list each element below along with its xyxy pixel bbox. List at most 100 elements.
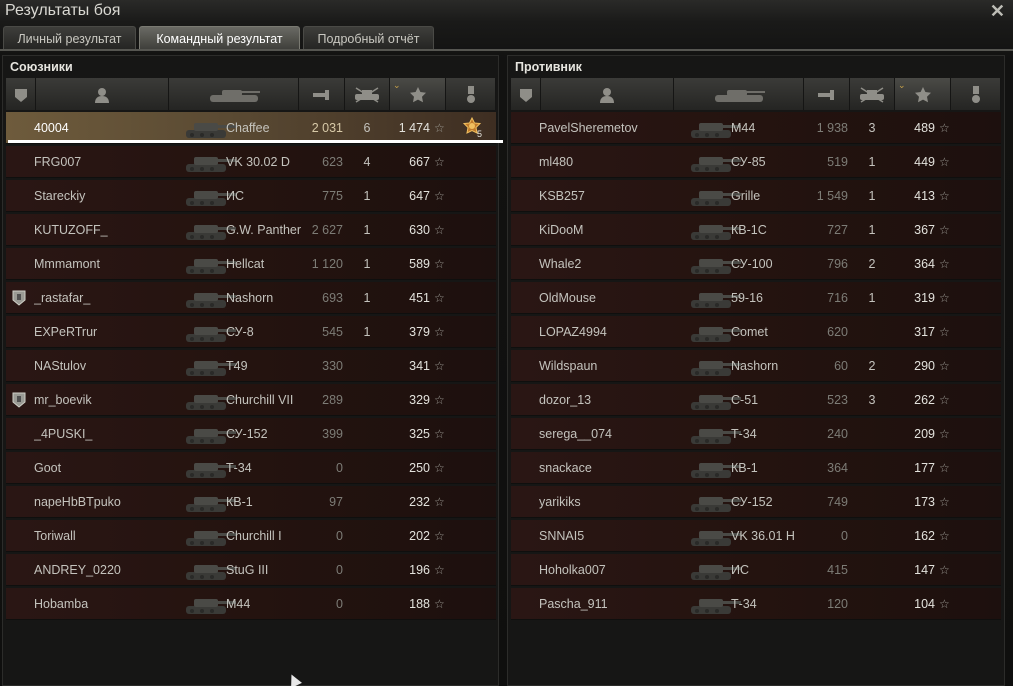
enemies-row[interactable]: Pascha_911 Т-34 120 104 ☆ — [511, 588, 1001, 620]
xp-star-icon: ☆ — [939, 359, 950, 373]
tank-name: StuG III — [226, 563, 269, 577]
self-row-underline — [8, 140, 503, 143]
damage-value: 60 — [834, 359, 848, 373]
enemies-row[interactable]: ml480 СУ-85 519 1 449 ☆ — [511, 146, 1001, 178]
frags-value — [356, 520, 378, 552]
allies-header-damage-icon[interactable] — [299, 78, 345, 110]
player-name: KUTUZOFF_ — [34, 223, 108, 237]
enemies-row[interactable]: snackace КВ-1 364 177 ☆ — [511, 452, 1001, 484]
xp-star-icon: ☆ — [434, 155, 445, 169]
tank-name: СУ-100 — [731, 257, 773, 271]
tank-name: Churchill VII — [226, 393, 294, 407]
xp-star-icon: ☆ — [939, 325, 950, 339]
tank-name: Nashorn — [731, 359, 779, 373]
tank-name: ИС — [226, 189, 245, 203]
damage-value: 1 120 — [311, 257, 343, 271]
player-name: Mmmamont — [34, 257, 100, 271]
enemies-header-tank-icon[interactable] — [674, 78, 804, 110]
damage-value: 0 — [841, 529, 848, 543]
player-name: LOPAZ4994 — [539, 325, 607, 339]
enemies-row[interactable]: Whale2 СУ-100 796 2 364 ☆ — [511, 248, 1001, 280]
allies-row[interactable]: ANDREY_0220 StuG III 0 196 ☆ — [6, 554, 496, 586]
allies-row[interactable]: NAStulov T49 330 341 ☆ — [6, 350, 496, 382]
xp-star-icon: ☆ — [939, 189, 950, 203]
enemies-row[interactable]: Hoholka007 ИС 415 147 ☆ — [511, 554, 1001, 586]
xp-star-icon: ☆ — [434, 495, 445, 509]
tank-name: Nashorn — [226, 291, 274, 305]
allies-row[interactable]: FRG007 VK 30.02 D 623 4 667 ☆ — [6, 146, 496, 178]
player-name: Pascha_911 — [539, 597, 608, 611]
frags-value — [356, 350, 378, 382]
allies-row[interactable]: napeHbBTpuko КВ-1 97 232 ☆ — [6, 486, 496, 518]
enemies-row[interactable]: LOPAZ4994 Comet 620 317 ☆ — [511, 316, 1001, 348]
allies-row[interactable]: Toriwall Churchill I 0 202 ☆ — [6, 520, 496, 552]
tank-name: Grille — [731, 189, 761, 203]
tank-name: КВ-1 — [731, 461, 758, 475]
allies-header-platoon-icon[interactable] — [6, 78, 36, 110]
allies-row[interactable]: _rastafar_ Nashorn 693 1 451 ☆ — [6, 282, 496, 314]
xp-star-icon: ☆ — [939, 427, 950, 441]
tank-name: 59-16 — [731, 291, 763, 305]
allies-header-xp-icon[interactable]: ⌄ — [390, 78, 446, 110]
enemies-row[interactable]: KiDooM КВ-1С 727 1 367 ☆ — [511, 214, 1001, 246]
enemies-header-player-icon[interactable] — [541, 78, 674, 110]
allies-header-frags-icon[interactable] — [345, 78, 390, 110]
close-icon[interactable]: ✕ — [990, 1, 1005, 22]
allies-row[interactable]: _4PUSKI_ СУ-152 399 325 ☆ — [6, 418, 496, 450]
enemies-header-platoon-icon[interactable] — [511, 78, 541, 110]
frags-value — [861, 588, 883, 620]
tab-personal-result[interactable]: Личный результат — [3, 26, 136, 50]
xp-value: 451 — [409, 291, 430, 305]
enemies-row[interactable]: dozor_13 С-51 523 3 262 ☆ — [511, 384, 1001, 416]
frags-value: 3 — [868, 121, 876, 135]
enemies-row[interactable]: KSB257 Grille 1 549 1 413 ☆ — [511, 180, 1001, 212]
xp-star-icon: ☆ — [434, 189, 445, 203]
allies-header-medal-icon[interactable] — [446, 78, 496, 110]
allies-row[interactable]: KUTUZOFF_ G.W. Panther 2 627 1 630 ☆ — [6, 214, 496, 246]
xp-value: 188 — [409, 597, 430, 611]
xp-value: 364 — [914, 257, 935, 271]
allies-header-player-icon[interactable] — [36, 78, 169, 110]
damage-value: 399 — [322, 427, 343, 441]
allies-row[interactable]: Mmmamont Hellcat 1 120 1 589 ☆ — [6, 248, 496, 280]
enemies-row[interactable]: PavelSheremetov M44 1 938 3 489 ☆ — [511, 112, 1001, 144]
enemies-header-damage-icon[interactable] — [804, 78, 850, 110]
frags-value — [861, 316, 883, 348]
xp-star-icon: ☆ — [434, 359, 445, 373]
xp-value: 317 — [914, 325, 935, 339]
tab-divider — [0, 49, 1013, 51]
xp-star-icon: ☆ — [939, 461, 950, 475]
xp-value: 209 — [914, 427, 935, 441]
enemies-header-medal-icon[interactable] — [951, 78, 1001, 110]
damage-value: 545 — [322, 325, 343, 339]
xp-value: 173 — [914, 495, 935, 509]
allies-row[interactable]: mr_boevik Churchill VII 289 329 ☆ — [6, 384, 496, 416]
enemies-row[interactable]: OldMouse 59-16 716 1 319 ☆ — [511, 282, 1001, 314]
xp-value: 162 — [914, 529, 935, 543]
damage-value: 620 — [827, 325, 848, 339]
tank-name: Churchill I — [226, 529, 282, 543]
enemies-header-xp-icon[interactable]: ⌄ — [895, 78, 951, 110]
allies-row[interactable]: EXPeRTrur СУ-8 545 1 379 ☆ — [6, 316, 496, 348]
enemies-header-frags-icon[interactable] — [850, 78, 895, 110]
xp-star-icon: ☆ — [939, 563, 950, 577]
allies-header-tank-icon[interactable] — [169, 78, 299, 110]
damage-value: 330 — [322, 359, 343, 373]
tank-name: С-51 — [731, 393, 759, 407]
frags-value: 1 — [363, 257, 371, 271]
enemies-row[interactable]: SNNAI5 VK 36.01 H 0 162 ☆ — [511, 520, 1001, 552]
allies-row[interactable]: Goot Т-34 0 250 ☆ — [6, 452, 496, 484]
enemies-row[interactable]: Wildspaun Nashorn 60 2 290 ☆ — [511, 350, 1001, 382]
allies-row[interactable]: Stareckiy ИС 775 1 647 ☆ — [6, 180, 496, 212]
damage-value: 1 938 — [816, 121, 848, 135]
xp-value: 202 — [409, 529, 430, 543]
battle-results-window: Результаты боя ✕ Личный результат Команд… — [0, 0, 1013, 686]
tab-team-result[interactable]: Командный результат — [139, 26, 300, 50]
damage-value: 727 — [827, 223, 848, 237]
xp-value: 232 — [409, 495, 430, 509]
enemies-row[interactable]: serega__074 Т-34 240 209 ☆ — [511, 418, 1001, 450]
allies-header: ⌄ — [6, 78, 496, 110]
enemies-row[interactable]: yarikiks СУ-152 749 173 ☆ — [511, 486, 1001, 518]
tab-detailed-report[interactable]: Подробный отчёт — [303, 26, 434, 50]
allies-row[interactable]: Hobamba M44 0 188 ☆ — [6, 588, 496, 620]
